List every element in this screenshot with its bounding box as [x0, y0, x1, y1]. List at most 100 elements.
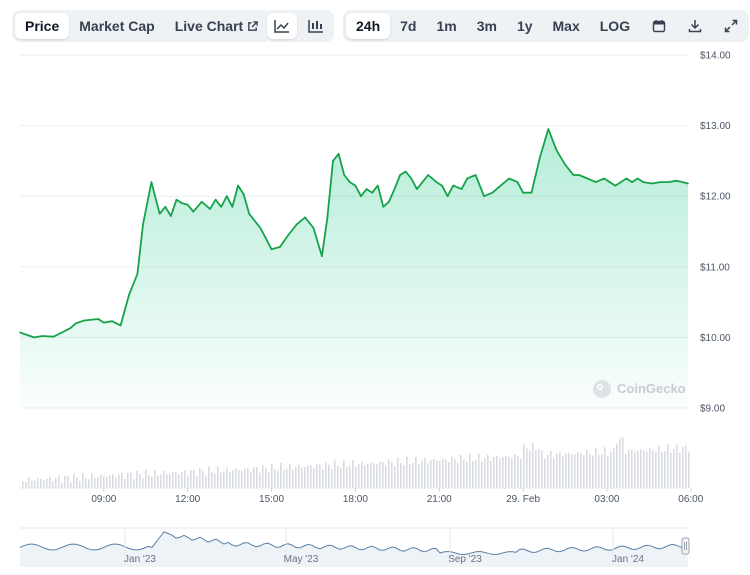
volume-bar: [157, 475, 159, 488]
data-point: [128, 294, 130, 296]
volume-bar: [55, 477, 57, 488]
volume-bar: [556, 453, 558, 488]
data-point: [312, 227, 315, 229]
volume-bar: [352, 460, 354, 488]
volume-bar: [193, 469, 195, 488]
volume-bar: [439, 460, 441, 488]
data-point: [399, 174, 401, 176]
data-point: [83, 319, 86, 322]
volume-bar: [619, 438, 621, 488]
volume-bar: [487, 454, 489, 488]
data-point: [667, 181, 670, 183]
volume-bar: [433, 458, 435, 488]
volume-bar: [28, 477, 30, 488]
x-tick-label: 15:00: [259, 494, 284, 505]
volume-bar: [205, 475, 207, 488]
volume-bar: [334, 460, 336, 488]
data-point: [142, 223, 144, 226]
volume-bar: [268, 472, 270, 488]
volume-bar: [346, 467, 348, 488]
volume-bar: [142, 478, 144, 488]
volume-bar: [514, 454, 516, 488]
volume-bar: [280, 462, 282, 488]
volume-bar: [388, 459, 390, 488]
data-point: [642, 181, 645, 183]
navigator-handle[interactable]: [681, 537, 690, 555]
data-point: [119, 324, 122, 327]
volume-bar: [646, 451, 648, 488]
data-point: [631, 181, 633, 183]
data-point: [614, 184, 617, 187]
volume-bar: [244, 468, 246, 488]
volume-bar: [22, 480, 24, 488]
volume-bar: [172, 471, 174, 488]
data-point: [371, 191, 373, 194]
data-point: [231, 205, 234, 208]
volume-bar: [652, 450, 654, 488]
data-point: [491, 191, 494, 194]
volume-bar: [202, 470, 204, 488]
volume-bar: [421, 460, 423, 488]
volume-bar: [529, 450, 531, 488]
navigator-area: [20, 531, 688, 566]
volume-bar: [394, 465, 396, 488]
navigator-tick-label: Sep '23: [448, 554, 482, 565]
y-tick-label: $12.00: [700, 192, 731, 203]
volume-bar: [511, 458, 513, 488]
volume-bar: [85, 478, 87, 488]
volume-bar: [469, 453, 471, 488]
volume-bar: [46, 478, 48, 488]
data-point: [530, 191, 533, 194]
volume-bar: [382, 461, 384, 488]
volume-bar: [355, 466, 357, 488]
volume-bar: [310, 465, 312, 488]
volume-bar: [610, 452, 612, 488]
volume-bar: [121, 472, 123, 488]
data-point: [474, 174, 477, 176]
volume-bar: [415, 456, 417, 488]
volume-bar: [517, 455, 519, 488]
data-point: [111, 320, 114, 322]
volume-bar: [133, 479, 135, 488]
data-point: [421, 181, 424, 183]
volume-bar: [478, 453, 480, 488]
watermark: CoinGecko: [593, 380, 686, 398]
volume-bar: [412, 462, 414, 488]
navigator[interactable]: Jan '23 May '23 Sep '23 Jan '24: [19, 527, 690, 567]
volume-bar: [289, 463, 291, 488]
volume-bar: [37, 478, 39, 488]
data-point: [539, 156, 541, 159]
data-point: [69, 327, 72, 330]
data-point: [192, 210, 195, 213]
data-point: [460, 188, 463, 190]
volume-bar: [106, 476, 108, 488]
volume-bar: [76, 477, 78, 488]
volume-bar: [64, 475, 66, 488]
price-area: [19, 128, 689, 408]
volume-bar: [91, 473, 93, 488]
volume-bar: [295, 467, 297, 488]
price-chart[interactable]: $14.00 $13.00 $12.00 $11.00 $10.00 $9.00 09:0…: [0, 0, 750, 575]
volume-bar: [673, 449, 675, 488]
volume-bar: [229, 471, 231, 488]
data-point: [170, 215, 172, 217]
volume-bar: [304, 467, 306, 488]
volume-bar: [535, 449, 537, 488]
volume-bar: [340, 467, 342, 488]
volume-bar: [601, 454, 603, 488]
volume-bar: [196, 476, 198, 488]
watermark-text: CoinGecko: [617, 381, 686, 396]
data-point: [522, 191, 524, 194]
volume-bar: [466, 461, 468, 488]
data-point: [659, 181, 661, 183]
volume-bar: [184, 470, 186, 488]
x-tick-label: 18:00: [343, 494, 368, 505]
data-point: [508, 177, 510, 180]
volume-bar: [277, 470, 279, 488]
volume-bar: [484, 457, 486, 488]
volume-bar: [331, 469, 333, 488]
volume-bar: [493, 456, 495, 488]
volume-bar: [175, 472, 177, 488]
data-point: [572, 174, 575, 176]
data-point: [676, 179, 678, 182]
